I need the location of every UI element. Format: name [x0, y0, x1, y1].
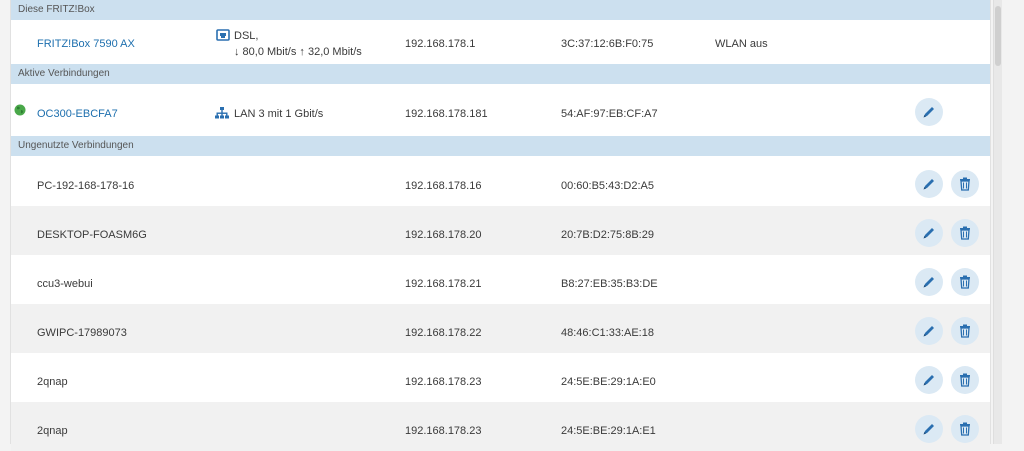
- device-row-unused: PC-192-168-178-16 192.168.178.16 00:60:B5:…: [11, 157, 990, 206]
- pencil-icon: [923, 424, 934, 435]
- network-devices-panel: Diese FRITZ!Box FRITZ!Box 7590 AX DSL, ↓…: [10, 0, 991, 451]
- trash-icon: [960, 422, 970, 436]
- device-row-unused: 2qnap 192.168.178.23 24:5E:BE:29:1A:E0: [11, 353, 990, 402]
- lan-icon: [215, 107, 229, 122]
- device-name: DESKTOP-FOASM6G: [37, 229, 147, 241]
- mac-address: 48:46:C1:33:AE:18: [561, 327, 654, 339]
- section-header-this-box: Diese FRITZ!Box: [11, 0, 990, 20]
- ip-address: 192.168.178.1: [405, 38, 476, 50]
- dsl-icon: [216, 29, 230, 44]
- edit-button[interactable]: [915, 268, 943, 296]
- ip-address: 192.168.178.23: [405, 376, 482, 388]
- pencil-icon: [923, 107, 934, 118]
- mac-address: 3C:37:12:6B:F0:75: [561, 38, 654, 50]
- trash-icon: [960, 324, 970, 338]
- scrollbar-thumb[interactable]: [995, 6, 1001, 66]
- mac-address: 24:5E:BE:29:1A:E0: [561, 376, 656, 388]
- pencil-icon: [923, 277, 934, 288]
- ip-address: 192.168.178.21: [405, 278, 482, 290]
- edit-button[interactable]: [915, 366, 943, 394]
- device-row-unused: ccu3-webui 192.168.178.21 B8:27:EB:35:B3:D…: [11, 255, 990, 304]
- pencil-icon: [923, 375, 934, 386]
- delete-button[interactable]: [951, 219, 979, 247]
- delete-button[interactable]: [951, 317, 979, 345]
- device-name-link[interactable]: FRITZ!Box 7590 AX: [37, 38, 135, 50]
- pencil-icon: [923, 179, 934, 190]
- mac-address: 20:7B:D2:75:8B:29: [561, 229, 654, 241]
- connection-rates: ↓ 80,0 Mbit/s ↑ 32,0 Mbit/s: [234, 46, 362, 58]
- device-row-fritzbox: FRITZ!Box 7590 AX DSL, ↓ 80,0 Mbit/s ↑ 3…: [11, 20, 990, 64]
- scrollbar[interactable]: [993, 0, 1002, 444]
- edit-button[interactable]: [915, 219, 943, 247]
- device-row-active: OC300-EBCFA7 LAN 3 mit 1 Gbit/s 192.168.…: [11, 84, 990, 136]
- section-header-unused: Ungenutzte Verbindungen: [11, 136, 990, 156]
- pencil-icon: [923, 228, 934, 239]
- ip-address: 192.168.178.23: [405, 425, 482, 437]
- edit-button[interactable]: [915, 98, 943, 126]
- mac-address: B8:27:EB:35:B3:DE: [561, 278, 658, 290]
- delete-button[interactable]: [951, 170, 979, 198]
- trash-icon: [960, 177, 970, 191]
- globe-icon: [14, 104, 26, 119]
- device-name: 2qnap: [37, 425, 68, 437]
- wlan-status: WLAN aus: [715, 38, 768, 50]
- ip-address: 192.168.178.16: [405, 180, 482, 192]
- device-name: ccu3-webui: [37, 278, 93, 290]
- delete-button[interactable]: [951, 415, 979, 443]
- device-name: 2qnap: [37, 376, 68, 388]
- delete-button[interactable]: [951, 366, 979, 394]
- ip-address: 192.168.178.20: [405, 229, 482, 241]
- trash-icon: [960, 226, 970, 240]
- section-header-active: Aktive Verbindungen: [11, 64, 990, 84]
- device-name-link[interactable]: OC300-EBCFA7: [37, 108, 118, 120]
- device-name: PC-192-168-178-16: [37, 180, 135, 192]
- edit-button[interactable]: [915, 415, 943, 443]
- trash-icon: [960, 373, 970, 387]
- mac-address: 00:60:B5:43:D2:A5: [561, 180, 654, 192]
- pencil-icon: [923, 326, 934, 337]
- connection-type: DSL,: [234, 30, 259, 42]
- ip-address: 192.168.178.181: [405, 108, 488, 120]
- device-row-unused: DESKTOP-FOASM6G 192.168.178.20 20:7B:D2:75…: [11, 206, 990, 255]
- ip-address: 192.168.178.22: [405, 327, 482, 339]
- mac-address: 24:5E:BE:29:1A:E1: [561, 425, 656, 437]
- mac-address: 54:AF:97:EB:CF:A7: [561, 108, 658, 120]
- delete-button[interactable]: [951, 268, 979, 296]
- device-name: GWIPC-17989073: [37, 327, 127, 339]
- edit-button[interactable]: [915, 170, 943, 198]
- connection-type: LAN 3 mit 1 Gbit/s: [234, 108, 324, 120]
- edit-button[interactable]: [915, 317, 943, 345]
- trash-icon: [960, 275, 970, 289]
- device-row-unused: GWIPC-17989073 192.168.178.22 48:46:C1:33:…: [11, 304, 990, 353]
